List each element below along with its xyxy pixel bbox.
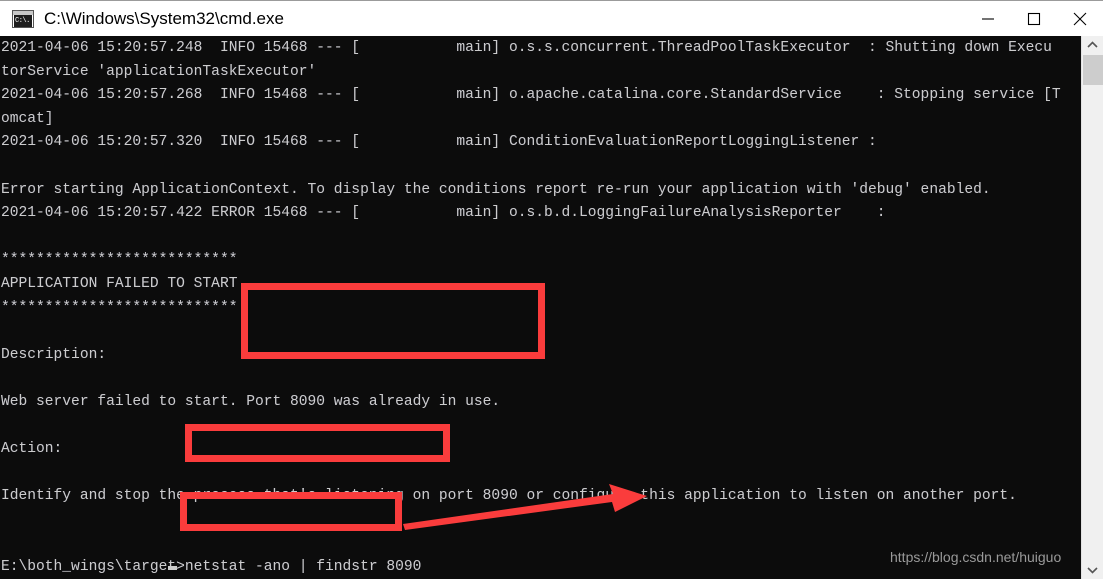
console-cursor (168, 566, 177, 570)
scroll-down-arrow-icon[interactable] (1082, 561, 1103, 579)
cmd-icon-glyph: C:\. (14, 14, 32, 27)
window-controls (965, 1, 1103, 36)
scroll-up-arrow-icon[interactable] (1082, 36, 1103, 54)
cmd-window: C:\. C:\Windows\System32\cmd.exe 2021-04… (0, 0, 1103, 579)
console-output-area[interactable]: 2021-04-06 15:20:57.248 INFO 15468 --- [… (0, 36, 1081, 579)
close-button[interactable] (1057, 1, 1103, 36)
cmd-app-icon: C:\. (12, 9, 34, 28)
window-title-bar[interactable]: C:\. C:\Windows\System32\cmd.exe (0, 0, 1103, 36)
maximize-button[interactable] (1011, 1, 1057, 36)
window-title: C:\Windows\System32\cmd.exe (44, 8, 284, 28)
minimize-button[interactable] (965, 1, 1011, 36)
console-scrollbar[interactable] (1081, 36, 1103, 579)
console-text: 2021-04-06 15:20:57.248 INFO 15468 --- [… (1, 40, 1061, 576)
scrollbar-thumb[interactable] (1083, 55, 1103, 85)
scrollbar-track[interactable] (1082, 54, 1103, 561)
watermark-url: https://blog.csdn.net/huiguo (890, 549, 1062, 565)
